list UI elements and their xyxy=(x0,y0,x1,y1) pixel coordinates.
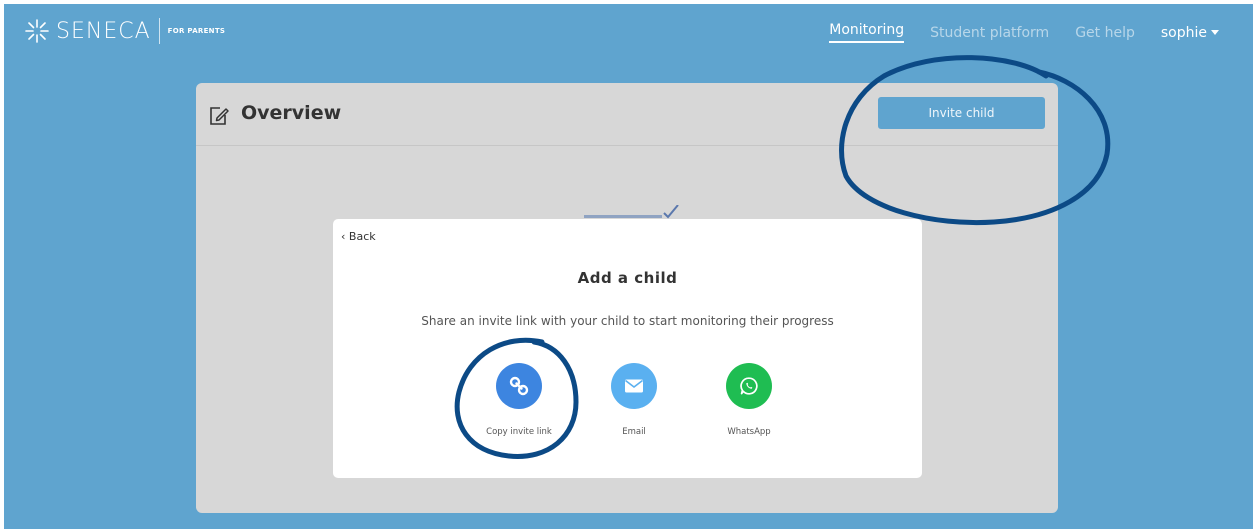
seneca-logo[interactable]: SENECA FOR PARENTS xyxy=(24,16,225,46)
overview-card-header: Overview Invite child xyxy=(196,83,1058,146)
nav-student-platform[interactable]: Student platform xyxy=(930,25,1049,41)
copy-invite-link-button[interactable]: Copy invite link xyxy=(474,363,564,437)
back-button[interactable]: ‹ Back xyxy=(341,230,376,243)
back-label: Back xyxy=(348,230,376,243)
email-label: Email xyxy=(622,427,646,437)
user-menu[interactable]: sophie xyxy=(1161,25,1219,41)
link-icon xyxy=(509,376,529,396)
copy-invite-link-label: Copy invite link xyxy=(486,427,552,437)
envelope-icon xyxy=(625,379,643,393)
whatsapp-label: WhatsApp xyxy=(727,427,771,437)
modal-title: Add a child xyxy=(577,269,678,287)
checkmark-icon xyxy=(584,205,679,219)
whatsapp-circle xyxy=(726,363,772,409)
nav-monitoring[interactable]: Monitoring xyxy=(829,22,905,43)
chevron-left-icon: ‹ xyxy=(341,230,346,243)
email-circle xyxy=(611,363,657,409)
email-button[interactable]: Email xyxy=(589,363,679,437)
top-nav: Monitoring Student platform Get help sop… xyxy=(829,22,1219,43)
nav-get-help[interactable]: Get help xyxy=(1075,25,1135,41)
whatsapp-icon xyxy=(740,377,758,395)
modal-description: Share an invite link with your child to … xyxy=(421,314,834,328)
logo-tagline: FOR PARENTS xyxy=(167,27,226,35)
logo-wordmark: SENECA xyxy=(56,18,151,44)
copy-link-circle xyxy=(496,363,542,409)
app-background: SENECA FOR PARENTS Monitoring Student pl… xyxy=(4,4,1253,529)
seneca-star-icon xyxy=(25,19,49,43)
edit-icon xyxy=(210,107,229,125)
add-child-modal: ‹ Back Add a child Share an invite link … xyxy=(333,219,922,478)
invite-child-button[interactable]: Invite child xyxy=(878,97,1045,129)
user-name: sophie xyxy=(1160,24,1207,41)
page-title: Overview xyxy=(241,102,342,124)
caret-down-icon xyxy=(1211,30,1219,35)
whatsapp-button[interactable]: WhatsApp xyxy=(704,363,794,437)
logo-divider xyxy=(158,18,160,44)
